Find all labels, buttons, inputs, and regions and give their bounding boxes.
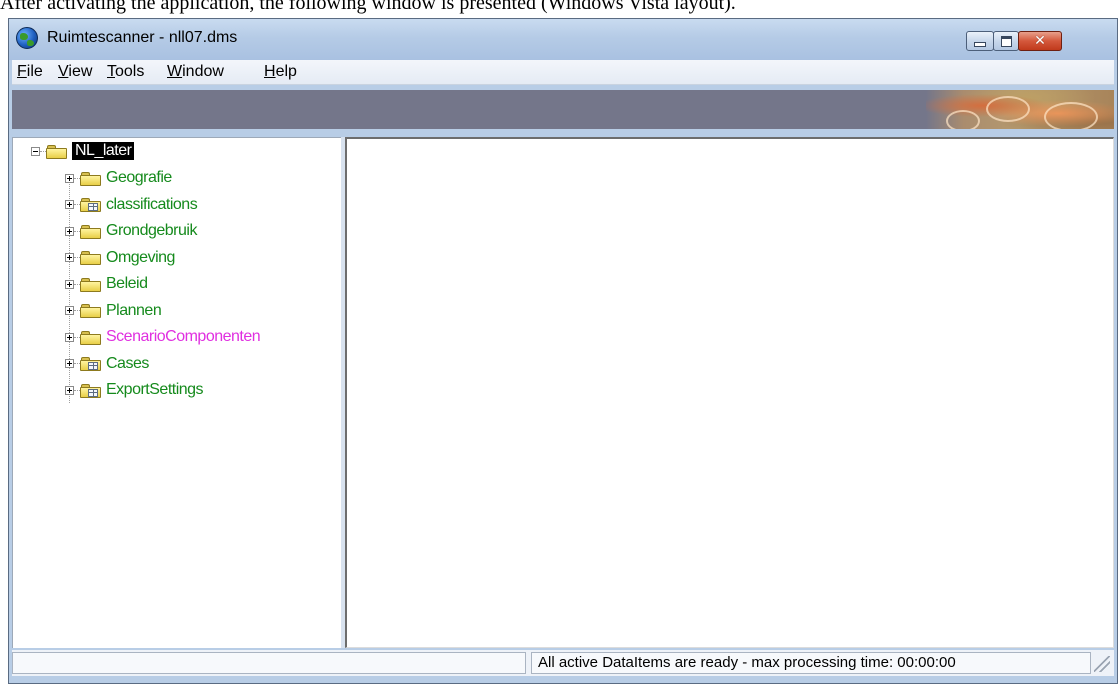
app-window: Ruimtescanner - nll07.dms ✕ File View To… — [8, 18, 1118, 684]
tree-item-label: Plannen — [106, 301, 162, 319]
menu-help[interactable]: Help — [264, 63, 297, 81]
collapse-icon[interactable] — [31, 146, 40, 156]
expand-icon[interactable] — [65, 306, 74, 315]
menu-view[interactable]: View — [58, 63, 92, 81]
expand-icon[interactable] — [65, 332, 74, 342]
menu-bar: File View Tools Window Help — [12, 60, 1114, 85]
folder-icon — [80, 224, 101, 239]
status-message: All active DataItems are ready - max pro… — [531, 652, 1091, 674]
menu-tools-mnemonic: T — [107, 63, 115, 80]
menu-tools-label: ools — [115, 63, 145, 80]
expand-icon[interactable] — [65, 200, 74, 209]
tree-item[interactable]: Cases — [65, 353, 149, 375]
tree-root-label: NL_later — [72, 142, 135, 160]
maximize-button[interactable] — [993, 31, 1019, 51]
expand-icon[interactable] — [65, 226, 74, 236]
window-title: Ruimtescanner - nll07.dms — [47, 29, 238, 46]
menu-file-label: ile — [26, 63, 43, 80]
tree-item[interactable]: Omgeving — [65, 247, 175, 269]
tree-view[interactable]: NL_later Geografie classifications Grondge… — [12, 137, 341, 648]
folder-icon — [80, 277, 101, 292]
tree-root[interactable]: NL_later — [31, 140, 135, 162]
expand-icon[interactable] — [65, 173, 74, 183]
folder-icon — [46, 144, 67, 159]
folder-icon — [80, 330, 101, 345]
globe-icon — [16, 27, 38, 49]
tree-item-label: Omgeving — [106, 248, 175, 266]
folder-table-icon — [80, 197, 101, 212]
title-bar[interactable]: Ruimtescanner - nll07.dms ✕ — [9, 19, 1117, 60]
resize-grip-icon[interactable] — [1094, 656, 1110, 672]
tree-item[interactable]: Beleid — [65, 273, 148, 295]
tree-item[interactable]: Geografie — [65, 167, 172, 189]
menu-view-label: iew — [68, 63, 93, 80]
expand-icon[interactable] — [65, 253, 74, 262]
tree-item[interactable]: Plannen — [65, 300, 162, 322]
expand-icon[interactable] — [65, 279, 74, 289]
expand-icon[interactable] — [65, 385, 74, 395]
folder-table-icon — [80, 383, 101, 398]
menu-help-mnemonic: H — [264, 63, 276, 80]
tree-item-label: Geografie — [106, 169, 172, 186]
menu-window-label: indow — [182, 63, 224, 80]
tree-item-label: Grondgebruik — [106, 222, 197, 239]
tree-item[interactable]: ScenarioComponenten — [65, 326, 261, 348]
document-caption: After activating the application, the fo… — [0, 0, 736, 14]
menu-help-label: elp — [275, 63, 297, 80]
close-button[interactable]: ✕ — [1018, 31, 1062, 51]
main-view-pane[interactable] — [345, 137, 1114, 648]
tree-item[interactable]: Grondgebruik — [65, 220, 197, 242]
menu-view-mnemonic: V — [58, 63, 69, 80]
menu-file[interactable]: File — [17, 63, 43, 81]
menu-tools[interactable]: Tools — [107, 63, 144, 81]
toolbar-band — [12, 90, 1114, 129]
tree-item-label: classifications — [106, 195, 198, 213]
status-bar: All active DataItems are ready - max pro… — [12, 650, 1114, 676]
folder-icon — [80, 171, 101, 186]
status-left-panel — [12, 652, 526, 674]
folder-icon — [80, 303, 101, 318]
minimize-button[interactable] — [966, 31, 994, 51]
menu-window[interactable]: Window — [167, 63, 224, 81]
tree-item-label: ScenarioComponenten — [106, 328, 261, 345]
tree-item[interactable]: ExportSettings — [65, 379, 204, 401]
decorative-banner-image — [926, 90, 1114, 129]
maximize-icon — [1000, 35, 1012, 47]
close-icon: ✕ — [1034, 33, 1046, 49]
menu-file-mnemonic: F — [17, 63, 27, 80]
folder-icon — [80, 250, 101, 265]
folder-table-icon — [80, 356, 101, 371]
minimize-icon — [974, 41, 986, 47]
tree-item-label: Beleid — [106, 275, 148, 292]
tree-item-label: ExportSettings — [106, 381, 204, 398]
menu-window-mnemonic: W — [167, 63, 183, 80]
tree-item[interactable]: classifications — [65, 194, 198, 216]
expand-icon[interactable] — [65, 359, 74, 368]
tree-item-label: Cases — [106, 354, 149, 372]
